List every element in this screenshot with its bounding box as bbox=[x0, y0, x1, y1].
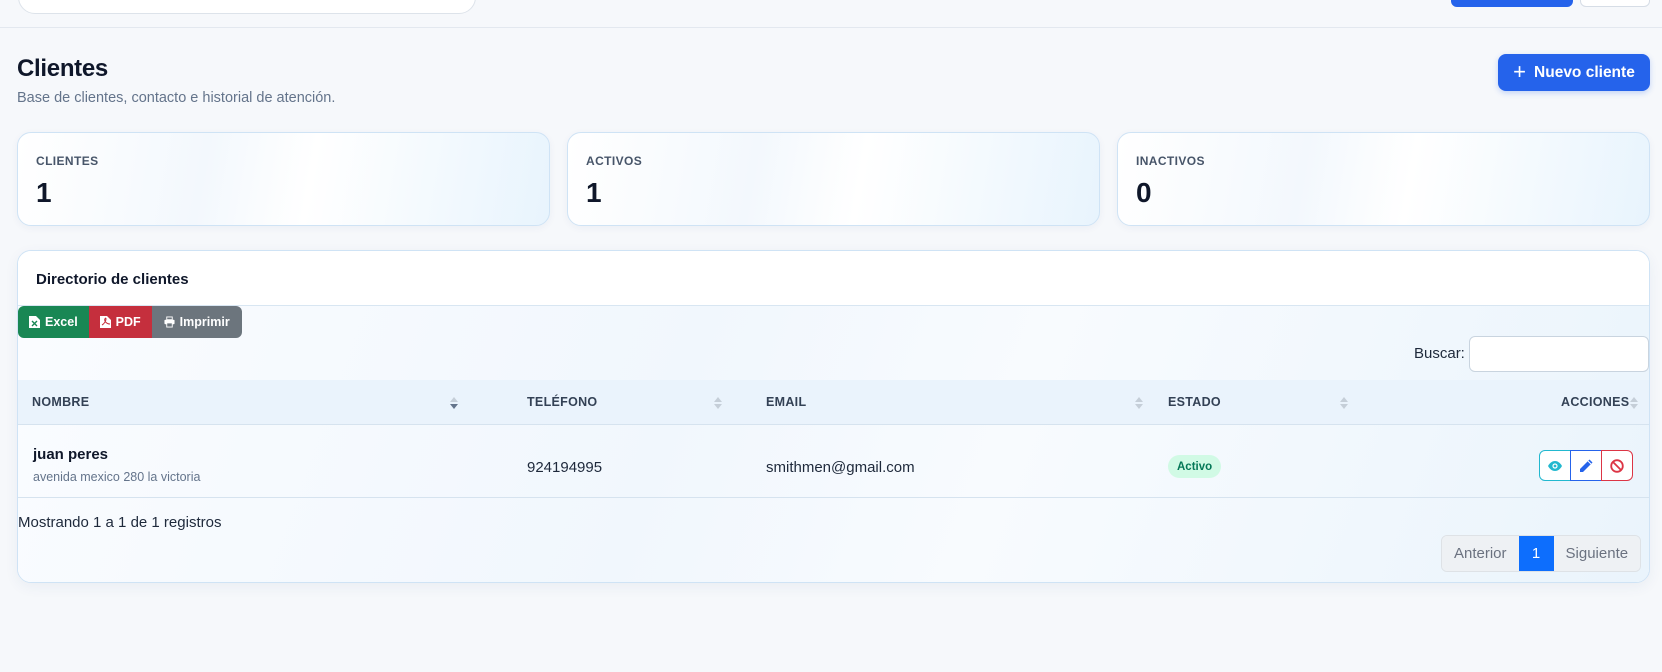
stat-card-activos: ACTIVOS 1 bbox=[567, 132, 1100, 226]
export-buttons: Excel PDF Imprimir bbox=[18, 306, 242, 338]
top-bar bbox=[0, 0, 1662, 28]
file-pdf-icon bbox=[99, 316, 111, 328]
card-title: Directorio de clientes bbox=[36, 271, 189, 288]
column-header-nombre[interactable]: NOMBRE bbox=[32, 395, 89, 409]
card-header: Directorio de clientes bbox=[18, 251, 1649, 306]
sort-icon[interactable] bbox=[450, 394, 458, 411]
pdf-export-button[interactable]: PDF bbox=[88, 306, 152, 338]
status-badge: Activo bbox=[1168, 455, 1222, 478]
sort-icon[interactable] bbox=[1340, 394, 1348, 411]
printer-icon bbox=[164, 316, 175, 328]
client-email: smithmen@gmail.com bbox=[766, 459, 915, 476]
client-directory-card: Directorio de clientes Excel PDF Imprimi… bbox=[17, 250, 1650, 583]
column-header-telefono[interactable]: TELÉFONO bbox=[527, 395, 597, 409]
row-actions bbox=[1539, 450, 1633, 481]
client-address: avenida mexico 280 la victoria bbox=[33, 470, 201, 484]
client-phone: 924194995 bbox=[527, 459, 603, 476]
next-page-button[interactable]: Siguiente bbox=[1553, 536, 1641, 571]
print-label: Imprimir bbox=[179, 315, 230, 329]
column-header-estado[interactable]: ESTADO bbox=[1168, 395, 1221, 409]
edit-client-button[interactable] bbox=[1570, 450, 1602, 481]
stat-value: 1 bbox=[586, 177, 602, 208]
sort-icon bbox=[1630, 394, 1638, 411]
pencil-icon bbox=[1580, 459, 1593, 472]
stat-label: INACTIVOS bbox=[1136, 154, 1205, 168]
page-1-button[interactable]: 1 bbox=[1518, 536, 1554, 571]
pdf-label: PDF bbox=[115, 315, 141, 329]
pagination: Anterior 1 Siguiente bbox=[1441, 535, 1642, 572]
print-button[interactable]: Imprimir bbox=[151, 306, 242, 338]
sort-icon[interactable] bbox=[1135, 394, 1143, 411]
column-header-email[interactable]: EMAIL bbox=[766, 395, 806, 409]
global-search-input[interactable] bbox=[18, 0, 476, 14]
client-name: juan peres bbox=[33, 446, 109, 463]
table-search-input[interactable] bbox=[1469, 336, 1649, 372]
disable-client-button[interactable] bbox=[1601, 450, 1633, 481]
table-header: NOMBRE TELÉFONO EMAIL ESTADO ACCIONES bbox=[18, 380, 1649, 425]
stat-label: CLIENTES bbox=[36, 154, 99, 168]
header-primary-button[interactable] bbox=[1451, 0, 1573, 7]
stat-value: 1 bbox=[36, 177, 52, 208]
card-body: Excel PDF Imprimir Buscar: NOMBRE TELÉFO… bbox=[18, 306, 1649, 582]
table-row: juan peres avenida mexico 280 la victori… bbox=[18, 425, 1649, 498]
stat-value: 0 bbox=[1136, 177, 1152, 208]
search-label: Buscar: bbox=[1414, 345, 1465, 362]
page-title: Clientes bbox=[17, 55, 108, 82]
eye-icon bbox=[1548, 460, 1562, 471]
excel-export-button[interactable]: Excel bbox=[18, 306, 89, 338]
stat-card-clientes: CLIENTES 1 bbox=[17, 132, 550, 226]
excel-label: Excel bbox=[45, 315, 78, 329]
page-subtitle: Base de clientes, contacto e historial d… bbox=[17, 90, 336, 106]
column-header-acciones: ACCIONES bbox=[1561, 395, 1630, 409]
file-excel-icon bbox=[29, 316, 40, 328]
new-client-button[interactable]: + Nuevo cliente bbox=[1498, 54, 1650, 91]
new-client-label: Nuevo cliente bbox=[1534, 63, 1635, 81]
ban-icon bbox=[1610, 458, 1624, 473]
stat-card-inactivos: INACTIVOS 0 bbox=[1117, 132, 1650, 226]
stat-label: ACTIVOS bbox=[586, 154, 643, 168]
previous-page-button[interactable]: Anterior bbox=[1442, 536, 1519, 571]
header-secondary-button[interactable] bbox=[1580, 0, 1650, 7]
view-client-button[interactable] bbox=[1539, 450, 1571, 481]
table-info: Mostrando 1 a 1 de 1 registros bbox=[18, 514, 222, 531]
sort-icon[interactable] bbox=[714, 394, 722, 411]
plus-icon: + bbox=[1513, 58, 1527, 84]
